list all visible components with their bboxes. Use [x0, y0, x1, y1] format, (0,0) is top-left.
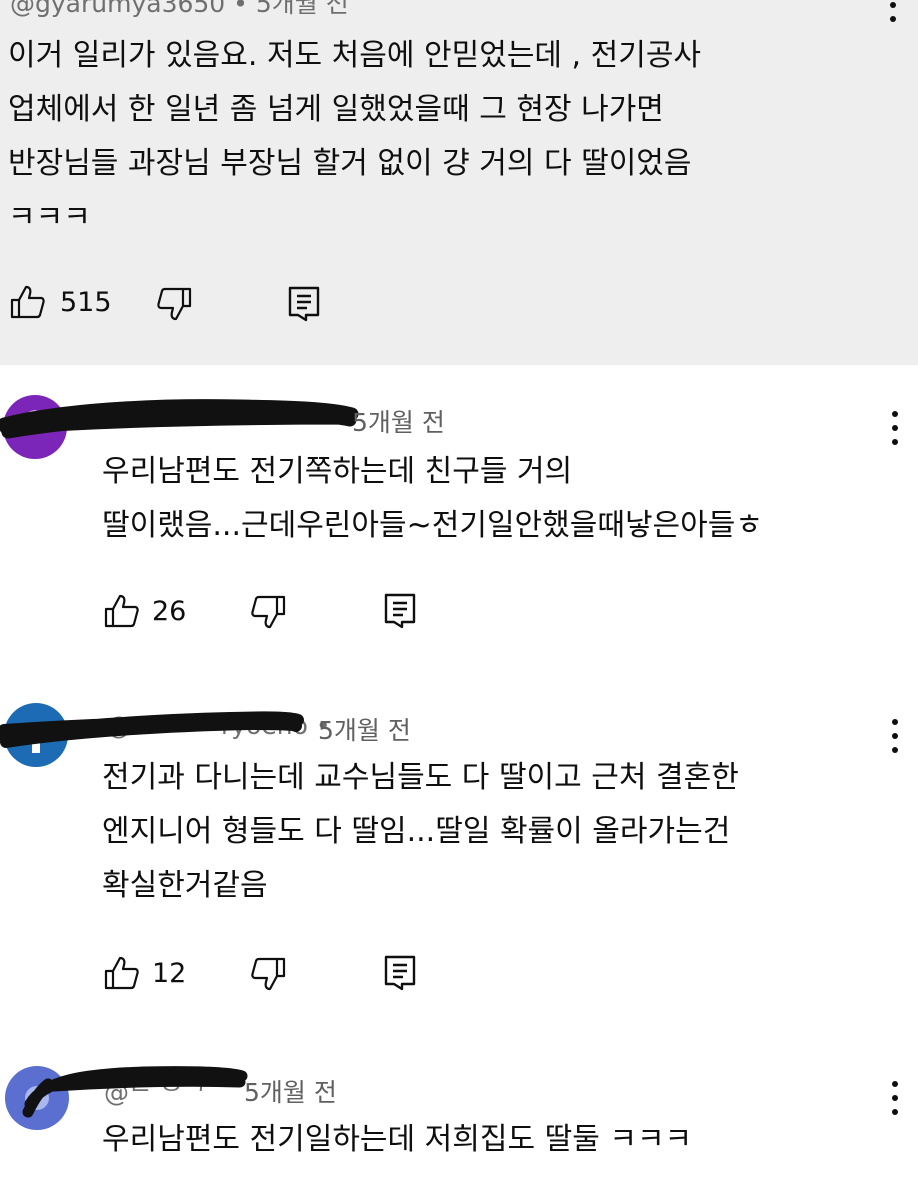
dislike-button[interactable] — [248, 954, 288, 998]
comment-line: 우리남편도 전기쪽하는데 친구들 거의 — [102, 454, 573, 489]
dislike-icon — [251, 595, 286, 629]
more-vert-icon[interactable] — [890, 719, 900, 753]
avatar[interactable] — [4, 703, 68, 767]
more-vert-icon[interactable] — [890, 1081, 900, 1115]
like-icon — [104, 594, 139, 628]
comment-text: 전기과 다니는데 교수님들도 다 딸이고 근처 결혼한 엔지니어 형들도 다 딸… — [102, 751, 739, 913]
more-vert-icon[interactable] — [888, 0, 898, 22]
comment-text: 이거 일리가 있음요. 저도 처음에 안믿었는데 , 전기공사 업체에서 한 일… — [8, 29, 701, 245]
comment-handle[interactable]: @ ryoeho • — [106, 711, 331, 740]
comment-line: 이거 일리가 있음요. 저도 처음에 안믿었는데 , 전기공사 — [8, 38, 702, 73]
comment-text: 우리남편도 전기일하는데 저희집도 딸둘 ㅋㅋㅋ — [102, 1113, 692, 1167]
avatar[interactable] — [3, 395, 67, 459]
dislike-button[interactable] — [154, 284, 194, 328]
comment-line: ㅋㅋㅋ — [8, 200, 91, 235]
reply-button[interactable] — [284, 283, 324, 327]
comment-time: 5개월 전 — [318, 716, 411, 745]
reply-icon — [288, 286, 320, 322]
comment-line: 전기과 다니는데 교수님들도 다 딸이고 근처 결혼한 — [102, 760, 739, 795]
dislike-icon — [157, 287, 192, 321]
avatar-icon — [25, 1086, 49, 1110]
like-count: 515 — [60, 286, 112, 318]
reply-button[interactable] — [380, 590, 420, 634]
handle-prefix: @ — [106, 711, 131, 740]
dislike-button[interactable] — [248, 592, 288, 636]
comment-line: 업체에서 한 일년 좀 넘게 일했었을때 그 현장 나가면 — [8, 92, 664, 127]
like-button[interactable]: 515 — [8, 282, 112, 322]
comment-line: 우리남편도 전기일하는데 저희집도 딸둘 ㅋㅋㅋ — [102, 1122, 693, 1157]
comment-line: 확실한거같음 — [102, 868, 268, 903]
comment-line: 엔지니어 형들도 다 딸임...딸일 확률이 올라가는건 — [102, 814, 731, 849]
like-count: 26 — [152, 595, 187, 627]
like-count: 12 — [152, 957, 187, 989]
reply-button[interactable] — [380, 952, 420, 996]
handle-tail: ryoeho • — [221, 711, 331, 740]
avatar[interactable] — [5, 1066, 69, 1130]
like-icon — [104, 956, 139, 990]
reply-icon — [384, 955, 416, 991]
like-button[interactable]: 12 — [102, 953, 186, 993]
comment-time: 5개월 전 — [352, 408, 445, 437]
dislike-icon — [251, 957, 286, 991]
comment-handle[interactable]: @gyarumya3650 • 5개월 전 — [10, 0, 349, 20]
avatar-icon — [32, 729, 40, 753]
avatar-icon — [24, 410, 46, 432]
more-vert-icon[interactable] — [890, 411, 900, 445]
comment-line: 반장님들 과장님 부장님 할거 없이 걍 거의 다 딸이었음 — [8, 146, 692, 181]
like-icon — [10, 285, 45, 319]
comment-time: 5개월 전 — [244, 1078, 337, 1107]
comment-text: 우리남편도 전기쪽하는데 친구들 거의 딸이랬음...근데우린아들~전기일안했을… — [102, 445, 763, 553]
comment-handle[interactable]: @ᄃ ᄋᄀ — [104, 1073, 206, 1109]
like-button[interactable]: 26 — [102, 591, 186, 631]
comment-line: 딸이랬음...근데우린아들~전기일안했을때낳은아들ㅎ — [102, 508, 763, 543]
reply-icon — [384, 593, 416, 629]
